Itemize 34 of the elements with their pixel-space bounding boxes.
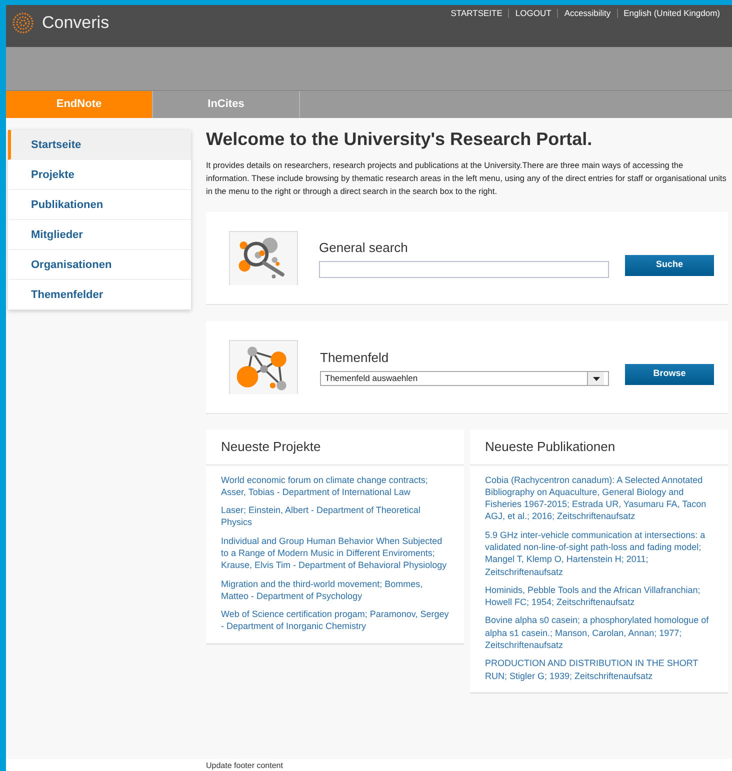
header-link[interactable]: STARTSEITE: [444, 9, 508, 18]
result-link[interactable]: PRODUCTION AND DISTRIBUTION IN THE SHORT RUN; Stigler G; 1939; Zeitschriftenaufsatz: [485, 657, 713, 682]
intro-paragraph: It provides details on researchers, research projects and publications at the University.There are three main ways of accessing the information. These include browsing by thematic research areas in the left menu, using any of the direct entries for staff or organisational units in the menu to the right or through a direct search in the search box to the right.: [206, 159, 728, 198]
sidebar-item[interactable]: Startseite: [8, 130, 191, 160]
result-link[interactable]: Cobia (Rachycentron canadum): A Selected Annotated Bibliography on Aquaculture, General Biology and Fisheries 1967-2015; Estrada UR, Yasumaru FA, Tacon AGJ, et al.; 2016; Zeitschriftenaufsatz: [485, 474, 713, 523]
result-link[interactable]: Laser; Einstein, Albert - Department of Theoretical Physics: [221, 504, 449, 529]
panel-title: General search: [319, 238, 409, 257]
page-title: Welcome to the University's Research Portal.: [206, 128, 594, 151]
result-link[interactable]: Hominids, Pebble Tools and the African Villafranchian; Howell FC; 1954; Zeitschriftenaufsatz: [485, 584, 713, 608]
submit-button[interactable]: Suche: [625, 254, 714, 276]
sidebar-item[interactable]: Themenfelder: [8, 280, 191, 310]
sidebar-item[interactable]: Projekte: [8, 160, 191, 190]
logo-icon: [12, 12, 34, 34]
panel-title: Themenfeld: [320, 348, 390, 367]
search-field[interactable]: [319, 261, 609, 278]
sidebar-item[interactable]: Mitglieder: [8, 220, 191, 250]
result-link[interactable]: 5.9 GHz inter-vehicle communication at intersections: a validated non-line-of-sight path-loss and fading model; Mangel T, Klemp O, Hartenstein H; 2011; Zeitschriftenaufsatz: [485, 528, 713, 578]
list-heading: Neueste Projekte: [206, 430, 464, 466]
header-link[interactable]: Accessibility: [557, 9, 617, 18]
submit-button[interactable]: Browse: [625, 364, 714, 384]
result-link[interactable]: Individual and Group Human Behavior When Subjected to a Range of Modern Music in Different Enviroments; Krause, Elvis Tim - Department of Behavioral Physiology: [221, 534, 449, 572]
sidebar-item[interactable]: Publikationen: [8, 190, 191, 220]
footer-text: Update footer content: [206, 760, 284, 771]
list-heading: Neueste Publikationen: [470, 430, 728, 466]
header-link[interactable]: LOGOUT: [508, 9, 558, 18]
result-link[interactable]: World economic forum on climate change contracts; Asser, Tobias - Department of International Law: [221, 474, 449, 498]
result-link[interactable]: Web of Science certification progam; Paramonov, Sergey - Department of Inorganic Chemistry: [221, 608, 449, 633]
result-link[interactable]: Bovine alpha s0 casein; a phosphorylated homologue of alpha s1 casein.; Manson, Carolan, Annan; 1977; Zeitschriftenaufsatz: [485, 614, 713, 652]
result-link[interactable]: Migration and the third-world movement; Bommes, Matteo - Department of Psychology: [221, 578, 449, 602]
sidebar-item[interactable]: Organisationen: [8, 250, 191, 280]
header-link[interactable]: English (United Kingdom): [616, 9, 726, 18]
caret-icon: [592, 376, 600, 381]
logo-text: Converis: [42, 12, 110, 34]
dropdown-select[interactable]: Themenfeld auswaehlen: [320, 371, 609, 386]
